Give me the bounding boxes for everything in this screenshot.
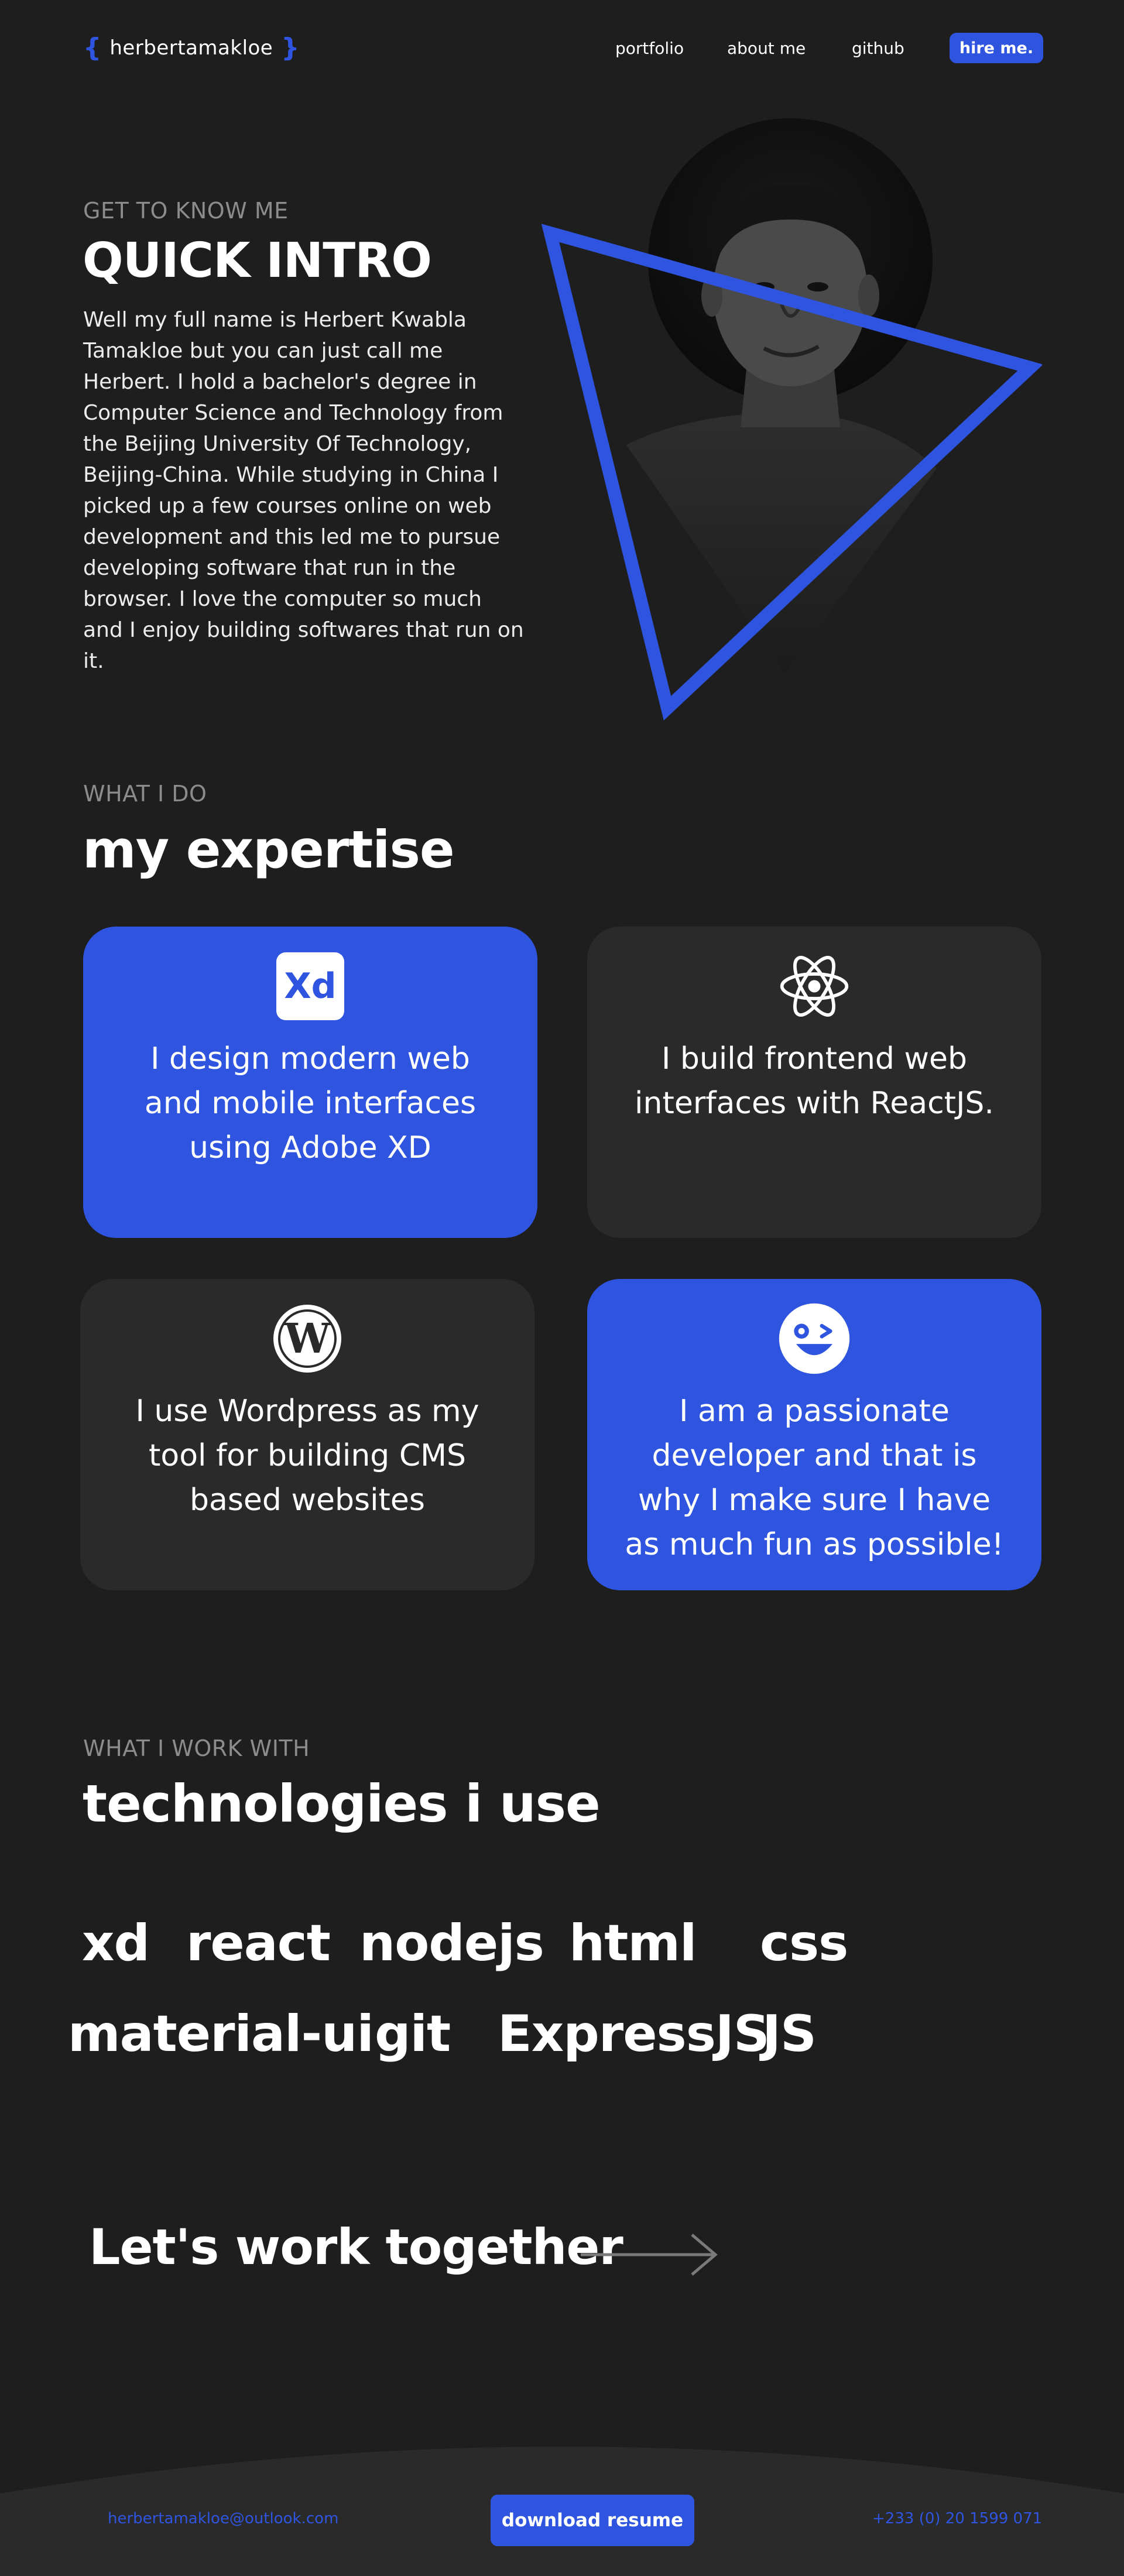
download-resume-button[interactable]: download resume [491, 2495, 694, 2546]
tech-item-js: JS [762, 2005, 817, 2063]
wordpress-icon-text: W [284, 1314, 331, 1363]
nav-about-me[interactable]: about me [727, 39, 806, 58]
tech-item-material-ui: material-ui [68, 2005, 374, 2063]
react-icon [778, 950, 851, 1023]
site-logo[interactable]: { herbertamakloe } [83, 35, 300, 61]
logo-brace-close: } [281, 33, 300, 63]
expertise-card-xd: Xd I design modern web and mobile interf… [83, 927, 537, 1238]
intro-eyebrow: GET TO KNOW ME [83, 198, 289, 224]
expertise-title: my expertise [83, 819, 455, 880]
wordpress-icon: W [271, 1302, 344, 1375]
expertise-card-text: I build frontend web interfaces with Rea… [635, 1041, 994, 1121]
adobe-xd-icon: Xd [274, 950, 347, 1023]
hire-me-button[interactable]: hire me. [950, 33, 1043, 63]
tech-item-xd: xd [82, 1914, 150, 1973]
expertise-eyebrow: WHAT I DO [83, 781, 207, 807]
technologies-title: technologies i use [83, 1774, 601, 1834]
expertise-card-wordpress: W I use Wordpress as my tool for buildin… [80, 1279, 534, 1590]
arrow-right-icon[interactable] [580, 2231, 720, 2278]
tech-item-git: git [375, 2005, 451, 2063]
tech-item-html: html [569, 1914, 697, 1973]
nav-github[interactable]: github [852, 39, 904, 58]
expertise-card-text: I design modern web and mobile interface… [144, 1041, 477, 1165]
expertise-card-text: I use Wordpress as my tool for building … [135, 1394, 479, 1518]
nav-portfolio[interactable]: portfolio [615, 39, 684, 58]
tech-item-css: css [760, 1914, 848, 1973]
profile-hero-graphic [541, 118, 1042, 721]
tech-item-nodejs: nodejs [359, 1914, 544, 1973]
tech-item-expressjs: ExpressJS [498, 2005, 770, 2063]
logo-brace-open: { [83, 33, 102, 63]
footer-phone: +233 (0) 20 1599 071 [872, 2510, 1043, 2527]
wink-face-icon [778, 1302, 851, 1375]
intro-body: Well my full name is Herbert Kwabla Tama… [83, 308, 524, 673]
footer-email-link[interactable]: herbertamakloe@outlook.com [108, 2510, 338, 2527]
technologies-eyebrow: WHAT I WORK WITH [83, 1735, 310, 1761]
logo-name: herbertamakloe [109, 36, 273, 60]
expertise-card-react: I build frontend web interfaces with Rea… [587, 927, 1041, 1238]
adobe-xd-icon-text: Xd [284, 966, 336, 1007]
expertise-card-fun: I am a passionate developer and that is … [587, 1279, 1041, 1590]
intro-title: QUICK INTRO [83, 233, 432, 289]
expertise-card-text: I am a passionate developer and that is … [625, 1394, 1004, 1562]
work-together-link[interactable]: Let's work together [89, 2218, 623, 2276]
tech-item-react: react [186, 1914, 331, 1973]
